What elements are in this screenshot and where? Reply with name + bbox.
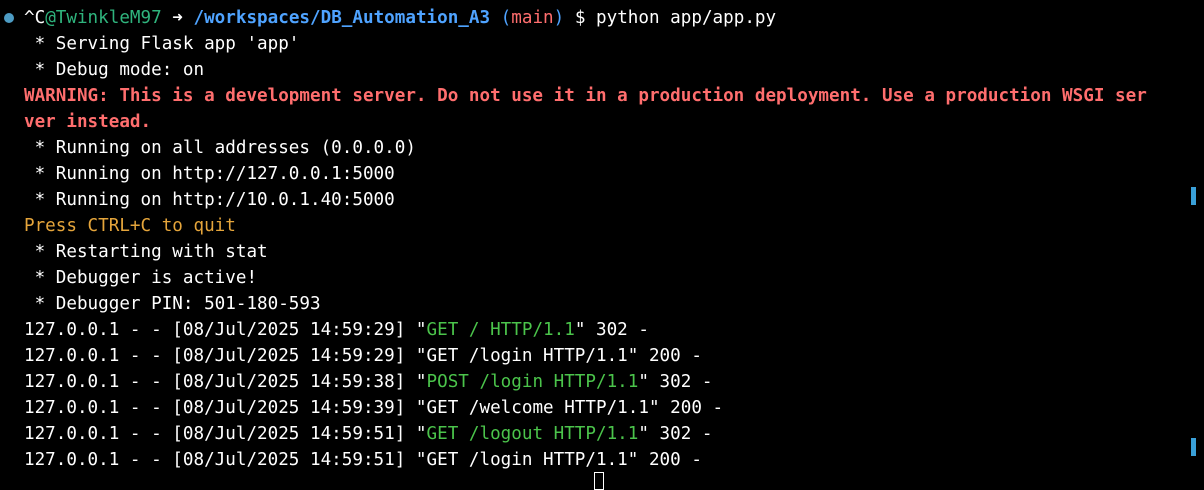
log-request: GET /login HTTP/1.1: [426, 346, 628, 366]
log-request: GET /welcome HTTP/1.1: [426, 398, 649, 418]
warning-line: WARNING: This is a development server. D…: [24, 86, 1147, 106]
output-line: * Debugger is active!: [24, 268, 258, 288]
log-prefix: 127.0.0.1 - - [08/Jul/2025 14:59:51] ": [24, 424, 427, 444]
scrollbar-marker[interactable]: [1191, 438, 1196, 456]
output-line: * Serving Flask app 'app': [24, 34, 300, 54]
warning-line: ver instead.: [24, 112, 152, 132]
prompt-line: ^C@TwinkleM97 ➜ /workspaces/DB_Automatio…: [24, 5, 776, 31]
log-request: GET /logout HTTP/1.1: [426, 424, 639, 444]
log-line: 127.0.0.1 - - [08/Jul/2025 14:59:29] "GE…: [24, 317, 649, 343]
log-line: 127.0.0.1 - - [08/Jul/2025 14:59:29] "GE…: [24, 343, 702, 369]
log-prefix: 127.0.0.1 - - [08/Jul/2025 14:59:51] ": [24, 450, 427, 470]
log-prefix: 127.0.0.1 - - [08/Jul/2025 14:59:38] ": [24, 372, 427, 392]
log-line: 127.0.0.1 - - [08/Jul/2025 14:59:51] "GE…: [24, 421, 713, 447]
log-suffix: " 200 -: [627, 450, 702, 470]
prompt-path: /workspaces/DB_Automation_A3: [193, 8, 491, 28]
log-suffix: " 200 -: [627, 346, 702, 366]
log-suffix: " 200 -: [648, 398, 724, 418]
log-prefix: 127.0.0.1 - - [08/Jul/2025 14:59:39] ": [24, 398, 427, 418]
terminal-window[interactable]: ^C@TwinkleM97 ➜ /workspaces/DB_Automatio…: [0, 0, 1204, 490]
log-suffix: " 302 -: [574, 320, 649, 340]
output-line: * Debugger PIN: 501-180-593: [24, 294, 321, 314]
log-line: 127.0.0.1 - - [08/Jul/2025 14:59:51] "GE…: [24, 447, 702, 473]
scrollbar-marker[interactable]: [1191, 187, 1196, 205]
prompt-branch-open: (: [490, 8, 512, 28]
log-line: 127.0.0.1 - - [08/Jul/2025 14:59:39] "GE…: [24, 395, 723, 421]
log-suffix: " 302 -: [638, 424, 713, 444]
log-prefix: 127.0.0.1 - - [08/Jul/2025 14:59:29] ": [24, 320, 427, 340]
prompt-branch-close: ): [553, 8, 565, 28]
prompt-command: $ python app/app.py: [564, 8, 777, 28]
quit-hint: Press CTRL+C to quit: [24, 216, 236, 236]
log-request: GET /login HTTP/1.1: [426, 450, 628, 470]
output-line: * Restarting with stat: [24, 242, 268, 262]
log-suffix: " 302 -: [638, 372, 713, 392]
prompt-branch: main: [511, 8, 554, 28]
command-status-dot: [4, 13, 14, 23]
terminal-cursor: [594, 472, 604, 490]
prompt-arrow: ➜: [161, 8, 194, 28]
log-prefix: 127.0.0.1 - - [08/Jul/2025 14:59:29] ": [24, 346, 427, 366]
ctrl-c-text: ^C: [24, 8, 46, 28]
output-line: * Running on http://127.0.0.1:5000: [24, 164, 395, 184]
log-request: GET / HTTP/1.1: [426, 320, 575, 340]
prompt-user: @TwinkleM97: [45, 8, 162, 28]
output-line: * Running on all addresses (0.0.0.0): [24, 138, 416, 158]
output-line: * Running on http://10.0.1.40:5000: [24, 190, 395, 210]
log-line: 127.0.0.1 - - [08/Jul/2025 14:59:38] "PO…: [24, 369, 713, 395]
log-request: POST /login HTTP/1.1: [426, 372, 639, 392]
output-line: * Debug mode: on: [24, 60, 205, 80]
